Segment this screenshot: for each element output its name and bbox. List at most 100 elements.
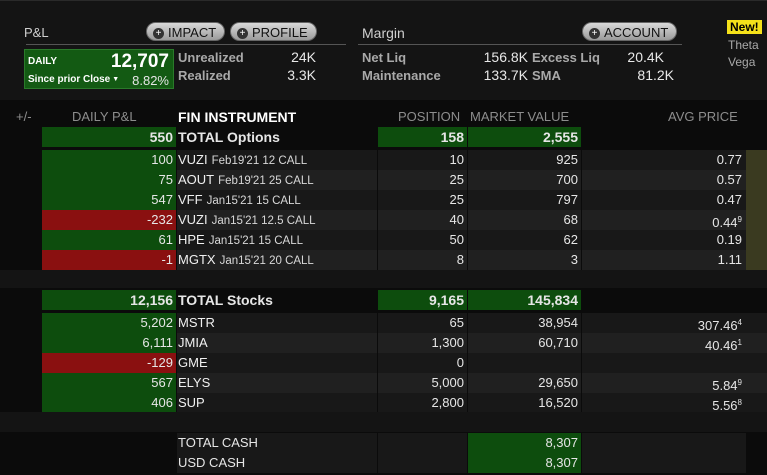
row-market-value: 68	[468, 210, 581, 230]
cash-label: USD CASH	[177, 453, 377, 473]
row-position: 0	[378, 353, 467, 373]
row-market-value: 38,954	[468, 313, 581, 333]
options-total-name: TOTAL Options	[177, 127, 377, 147]
instrument-symbol: VUZI	[178, 152, 208, 167]
avg-price-value: 5.56	[712, 398, 738, 413]
row-instrument: JMIA	[177, 333, 377, 353]
avg-price-value: 0.77	[716, 152, 742, 167]
profile-button[interactable]: + PROFILE	[230, 22, 317, 41]
daily-pnl-box[interactable]: DAILY 12,707 Since prior Close ▼ 8.82%	[24, 49, 174, 89]
col-market-value[interactable]: MARKET VALUE	[470, 109, 569, 124]
margin-panel: Margin + ACCOUNT Net Liq 156.8K Excess Li…	[352, 17, 682, 95]
row-instrument: ELYS	[177, 373, 377, 393]
table-row[interactable]: 406 SUP 2,800 16,520 5.568	[0, 393, 767, 413]
table-row-total-stocks[interactable]: 12,156 TOTAL Stocks 9,165 145,834	[0, 290, 767, 310]
row-daily-pnl: 406	[42, 393, 176, 413]
divider	[358, 44, 682, 45]
cash-value: 8,307	[468, 453, 581, 473]
table-row[interactable]: 75 AOUT Feb19'21 25 CALL 25 700 0.57	[0, 170, 767, 190]
instrument-contract: Feb19'21 25 CALL	[218, 175, 314, 187]
table-row[interactable]: 6,111 JMIA 1,300 60,710 40.461	[0, 333, 767, 353]
vega-label: Vega	[728, 55, 756, 69]
row-position: 25	[378, 190, 467, 210]
cash-value: 8,307	[468, 433, 581, 453]
row-avg-price: 40.461	[582, 333, 746, 353]
row-market-value: 62	[468, 230, 581, 250]
row-daily-pnl: 75	[42, 170, 176, 190]
row-position: 40	[378, 210, 467, 230]
instrument-symbol: SUP	[178, 395, 205, 410]
row-daily-pnl: 567	[42, 373, 176, 393]
col-avg-price[interactable]: AVG PRICE	[668, 109, 738, 124]
cash-row[interactable]: TOTAL CASH 8,307	[0, 433, 767, 453]
instrument-contract: Jan15'21 15 CALL	[208, 235, 304, 247]
plus-icon: +	[589, 28, 600, 39]
section-divider	[0, 412, 767, 432]
realized-label: Realized	[178, 68, 231, 83]
row-avg-price	[582, 353, 746, 373]
impact-button[interactable]: + IMPACT	[146, 22, 226, 41]
col-position[interactable]: POSITION	[398, 109, 460, 124]
avg-price-value: 40.46	[705, 338, 738, 353]
row-market-value: 3	[468, 250, 581, 270]
plus-icon: +	[153, 28, 164, 39]
table-row[interactable]: -129 GME 0	[0, 353, 767, 373]
row-daily-pnl: 547	[42, 190, 176, 210]
table-row[interactable]: 100 VUZI Feb19'21 12 CALL 10 925 0.77	[0, 150, 767, 170]
options-total-pnl: 550	[42, 127, 176, 147]
instrument-symbol: VFF	[178, 192, 203, 207]
row-market-value: 700	[468, 170, 581, 190]
sma-label: SMA	[532, 68, 561, 83]
daily-pnl-percent: 8.82%	[132, 73, 169, 88]
row-avg-price: 0.77	[582, 150, 746, 170]
row-avg-price: 307.464	[582, 313, 746, 333]
row-avg-price: 0.57	[582, 170, 746, 190]
table-row[interactable]: 61 HPE Jan15'21 15 CALL 50 62 0.19	[0, 230, 767, 250]
row-market-value: 60,710	[468, 333, 581, 353]
col-fin-instrument[interactable]: FIN INSTRUMENT	[178, 109, 296, 125]
row-instrument: SUP	[177, 393, 377, 413]
net-liq-label: Net Liq	[362, 50, 407, 65]
table-row[interactable]: 547 VFF Jan15'21 15 CALL 25 797 0.47	[0, 190, 767, 210]
table-row-total-options[interactable]: 550 TOTAL Options 158 2,555	[0, 127, 767, 147]
cash-row[interactable]: USD CASH 8,307	[0, 453, 767, 473]
portfolio-table-header: +/- DAILY P&L FIN INSTRUMENT POSITION MA…	[0, 108, 767, 126]
row-avg-price: 0.19	[582, 230, 746, 250]
row-position: 50	[378, 230, 467, 250]
instrument-symbol: VUZI	[178, 212, 208, 227]
row-avg-price: 0.449	[582, 210, 746, 230]
section-divider	[0, 270, 767, 288]
excess-liq-label: Excess Liq	[532, 50, 600, 65]
row-position: 8	[378, 250, 467, 270]
sma-value: 81.2K	[637, 67, 674, 83]
row-position: 2,800	[378, 393, 467, 413]
table-row[interactable]: -1 MGTX Jan15'21 20 CALL 8 3 1.11	[0, 250, 767, 270]
table-row[interactable]: -232 VUZI Jan15'21 12.5 CALL 40 68 0.449	[0, 210, 767, 230]
avg-price-value: 307.46	[697, 318, 738, 333]
row-market-value: 16,520	[468, 393, 581, 413]
row-daily-pnl: -1	[42, 250, 176, 270]
row-market-value: 925	[468, 150, 581, 170]
pnl-panel: P&L + IMPACT + PROFILE DAILY 12,707 Since …	[18, 17, 346, 95]
row-avg-price: 0.47	[582, 190, 746, 210]
stocks-total-market-value: 145,834	[468, 290, 581, 310]
maintenance-label: Maintenance	[362, 68, 441, 83]
instrument-symbol: MSTR	[178, 315, 215, 330]
table-row[interactable]: 5,202 MSTR 65 38,954 307.464	[0, 313, 767, 333]
col-plusminus[interactable]: +/-	[16, 109, 32, 124]
row-daily-pnl: 6,111	[42, 333, 176, 353]
instrument-contract: Feb19'21 12 CALL	[211, 155, 308, 167]
instrument-contract: Jan15'21 20 CALL	[219, 255, 314, 267]
row-daily-pnl: -129	[42, 353, 176, 373]
table-row[interactable]: 567 ELYS 5,000 29,650 5.849	[0, 373, 767, 393]
stocks-total-position: 9,165	[378, 290, 467, 310]
excess-liq-value: 20.4K	[627, 49, 664, 65]
row-daily-pnl: 61	[42, 230, 176, 250]
realized-value: 3.3K	[287, 67, 316, 83]
row-position: 5,000	[378, 373, 467, 393]
col-daily-pnl[interactable]: DAILY P&L	[72, 109, 137, 124]
instrument-contract: Jan15'21 15 CALL	[206, 195, 301, 207]
row-daily-pnl: 100	[42, 150, 176, 170]
since-prior-close-dropdown[interactable]: Since prior Close ▼	[28, 74, 119, 85]
account-button[interactable]: + ACCOUNT	[582, 22, 678, 41]
